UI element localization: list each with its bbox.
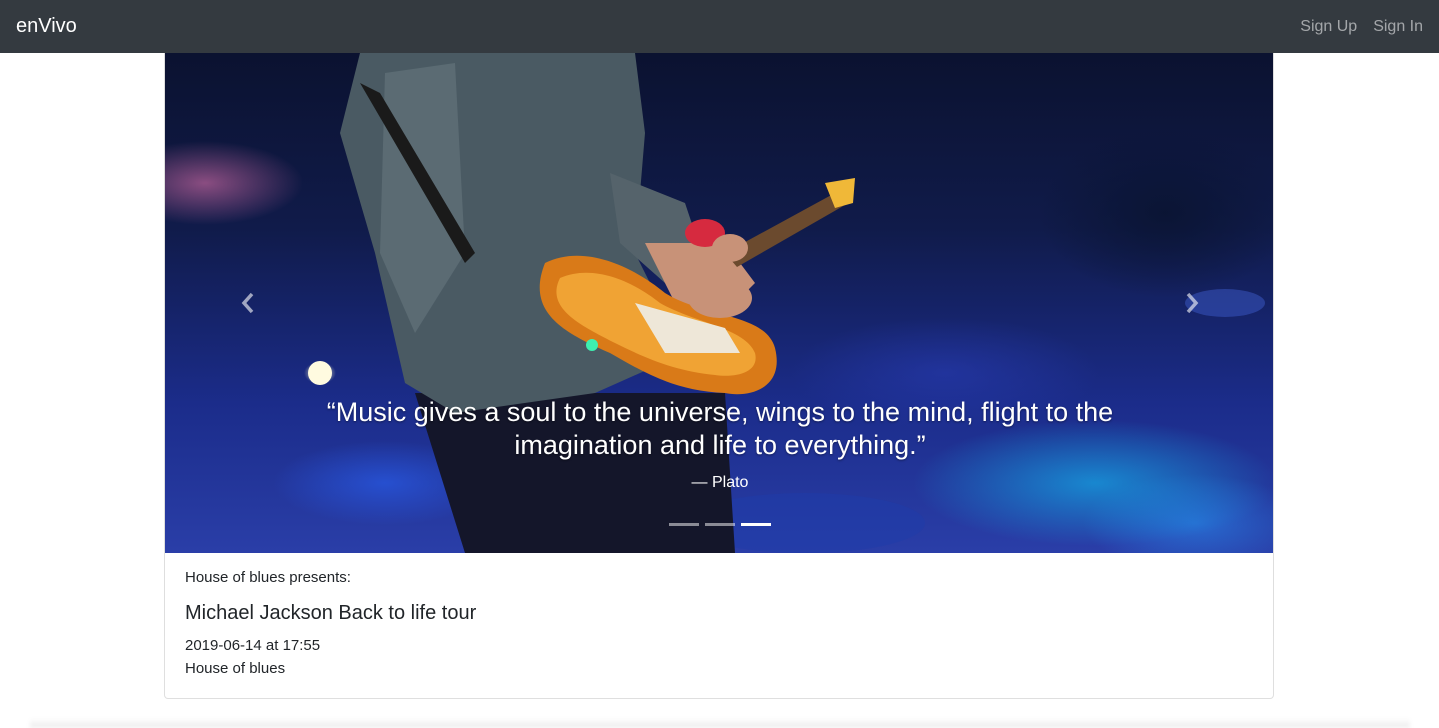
carousel-next-button[interactable] — [1177, 288, 1207, 318]
chevron-left-icon — [241, 292, 254, 314]
carousel-caption: “Music gives a soul to the universe, win… — [165, 396, 1273, 492]
chevron-right-icon — [1186, 292, 1199, 314]
carousel-prev-button[interactable] — [233, 288, 263, 318]
page-bottom-shadow — [30, 718, 1410, 728]
carousel-indicator-2[interactable] — [705, 523, 735, 526]
carousel-indicator-1[interactable] — [669, 523, 699, 526]
sign-up-link[interactable]: Sign Up — [1300, 18, 1357, 36]
event-venue: House of blues — [185, 660, 286, 677]
carousel-quote: “Music gives a soul to the universe, win… — [326, 397, 1114, 460]
event-card: “Music gives a soul to the universe, win… — [164, 53, 1274, 699]
event-presenter: House of blues presents: — [185, 569, 351, 586]
carousel-indicators — [165, 523, 1273, 526]
hero-carousel: “Music gives a soul to the universe, win… — [165, 53, 1273, 553]
carousel-quote-author: — Plato — [691, 474, 749, 491]
event-title: Michael Jackson Back to life tour — [185, 602, 477, 624]
event-details: House of blues presents: Michael Jackson… — [165, 553, 1273, 677]
carousel-indicator-3[interactable] — [741, 523, 771, 526]
sign-in-link[interactable]: Sign In — [1373, 18, 1423, 36]
nav-links: Sign Up Sign In — [1300, 18, 1423, 36]
event-datetime: 2019-06-14 at 17:55 — [185, 637, 321, 654]
brand-logo-link[interactable]: enVivo — [16, 15, 77, 38]
navbar: enVivo Sign Up Sign In — [0, 0, 1439, 53]
